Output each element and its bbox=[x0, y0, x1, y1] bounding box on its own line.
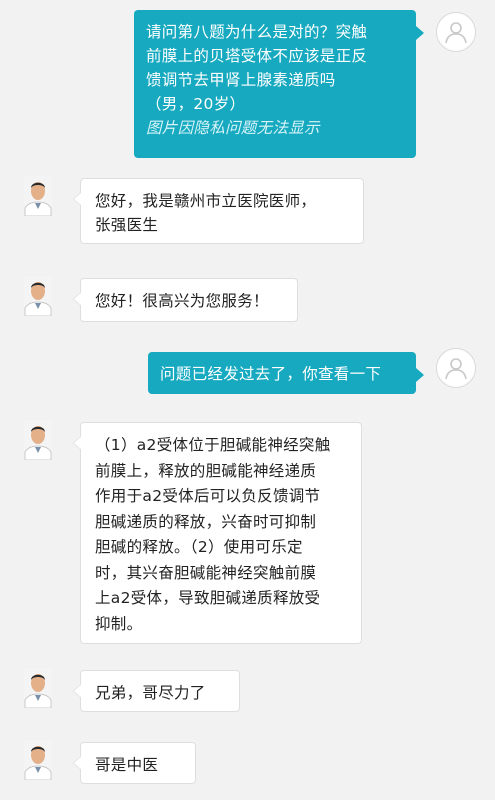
message-text: 问题已经发过去了，你查看一下 bbox=[160, 365, 382, 383]
doctor-photo-icon bbox=[24, 276, 52, 316]
message-text: 兄弟，哥尽力了 bbox=[95, 684, 206, 702]
doctor-photo-icon bbox=[24, 740, 52, 780]
message-text: 上a2受体，导致胆碱递质释放受 bbox=[95, 589, 321, 607]
doctor-avatar[interactable] bbox=[24, 740, 52, 780]
message-text: 前膜上，释放的胆碱能神经递质 bbox=[95, 461, 317, 480]
message-text: 馈调节去甲肾上腺素递质吗 bbox=[146, 71, 336, 89]
user-silhouette-icon bbox=[445, 22, 467, 44]
message-text: （男，20岁） bbox=[146, 95, 246, 113]
message-text: 张强医生 bbox=[95, 216, 159, 234]
message-text: （1）a2受体位于胆碱能神经突触 bbox=[95, 436, 331, 454]
message-doctor-tcm[interactable]: 哥是中医 bbox=[73, 742, 196, 784]
message-text: 胆碱的释放。（2）使用可乐定 bbox=[95, 538, 303, 556]
doctor-photo-icon bbox=[24, 668, 52, 708]
doctor-avatar[interactable] bbox=[24, 276, 52, 316]
message-user-question[interactable]: 请问第八题为什么是对的？突触 前膜上的贝塔受体不应该是正反 馈调节去甲肾上腺素递… bbox=[134, 10, 424, 158]
message-doctor-answer[interactable]: （1）a2受体位于胆碱能神经突触 前膜上，释放的胆碱能神经递质 作用于a2受体后… bbox=[73, 422, 362, 644]
message-text: 您好！很高兴为您服务！ bbox=[95, 292, 269, 310]
message-text: 前膜上的贝塔受体不应该是正反 bbox=[146, 47, 368, 65]
message-text: 作用于a2受体后可以负反馈调节 bbox=[95, 487, 321, 505]
doctor-avatar[interactable] bbox=[24, 668, 52, 708]
doctor-avatar[interactable] bbox=[24, 420, 52, 460]
message-text: 时，其兴奋胆碱能神经突触前膜 bbox=[95, 563, 317, 582]
user-silhouette-icon bbox=[445, 358, 467, 380]
doctor-photo-icon bbox=[24, 176, 52, 216]
doctor-photo-icon bbox=[24, 420, 52, 460]
image-privacy-note: 图片因隐私问题无法显示 bbox=[146, 119, 320, 137]
message-text: 抑制。 bbox=[95, 614, 143, 633]
message-doctor-intro[interactable]: 您好，我是赣州市立医院医师， 张强医生 bbox=[73, 178, 364, 244]
message-doctor-tried[interactable]: 兄弟，哥尽力了 bbox=[73, 670, 240, 712]
message-text: 请问第八题为什么是对的？突触 bbox=[146, 23, 368, 41]
message-user-followup[interactable]: 问题已经发过去了，你查看一下 bbox=[148, 352, 424, 394]
doctor-avatar[interactable] bbox=[24, 176, 52, 216]
message-text: 哥是中医 bbox=[95, 756, 159, 774]
message-doctor-greeting[interactable]: 您好！很高兴为您服务！ bbox=[73, 278, 298, 322]
user-avatar-icon[interactable] bbox=[436, 348, 476, 388]
user-avatar-icon[interactable] bbox=[436, 12, 476, 52]
message-text: 您好，我是赣州市立医院医师， bbox=[95, 192, 317, 210]
message-text: 胆碱递质的释放，兴奋时可抑制 bbox=[95, 512, 317, 531]
